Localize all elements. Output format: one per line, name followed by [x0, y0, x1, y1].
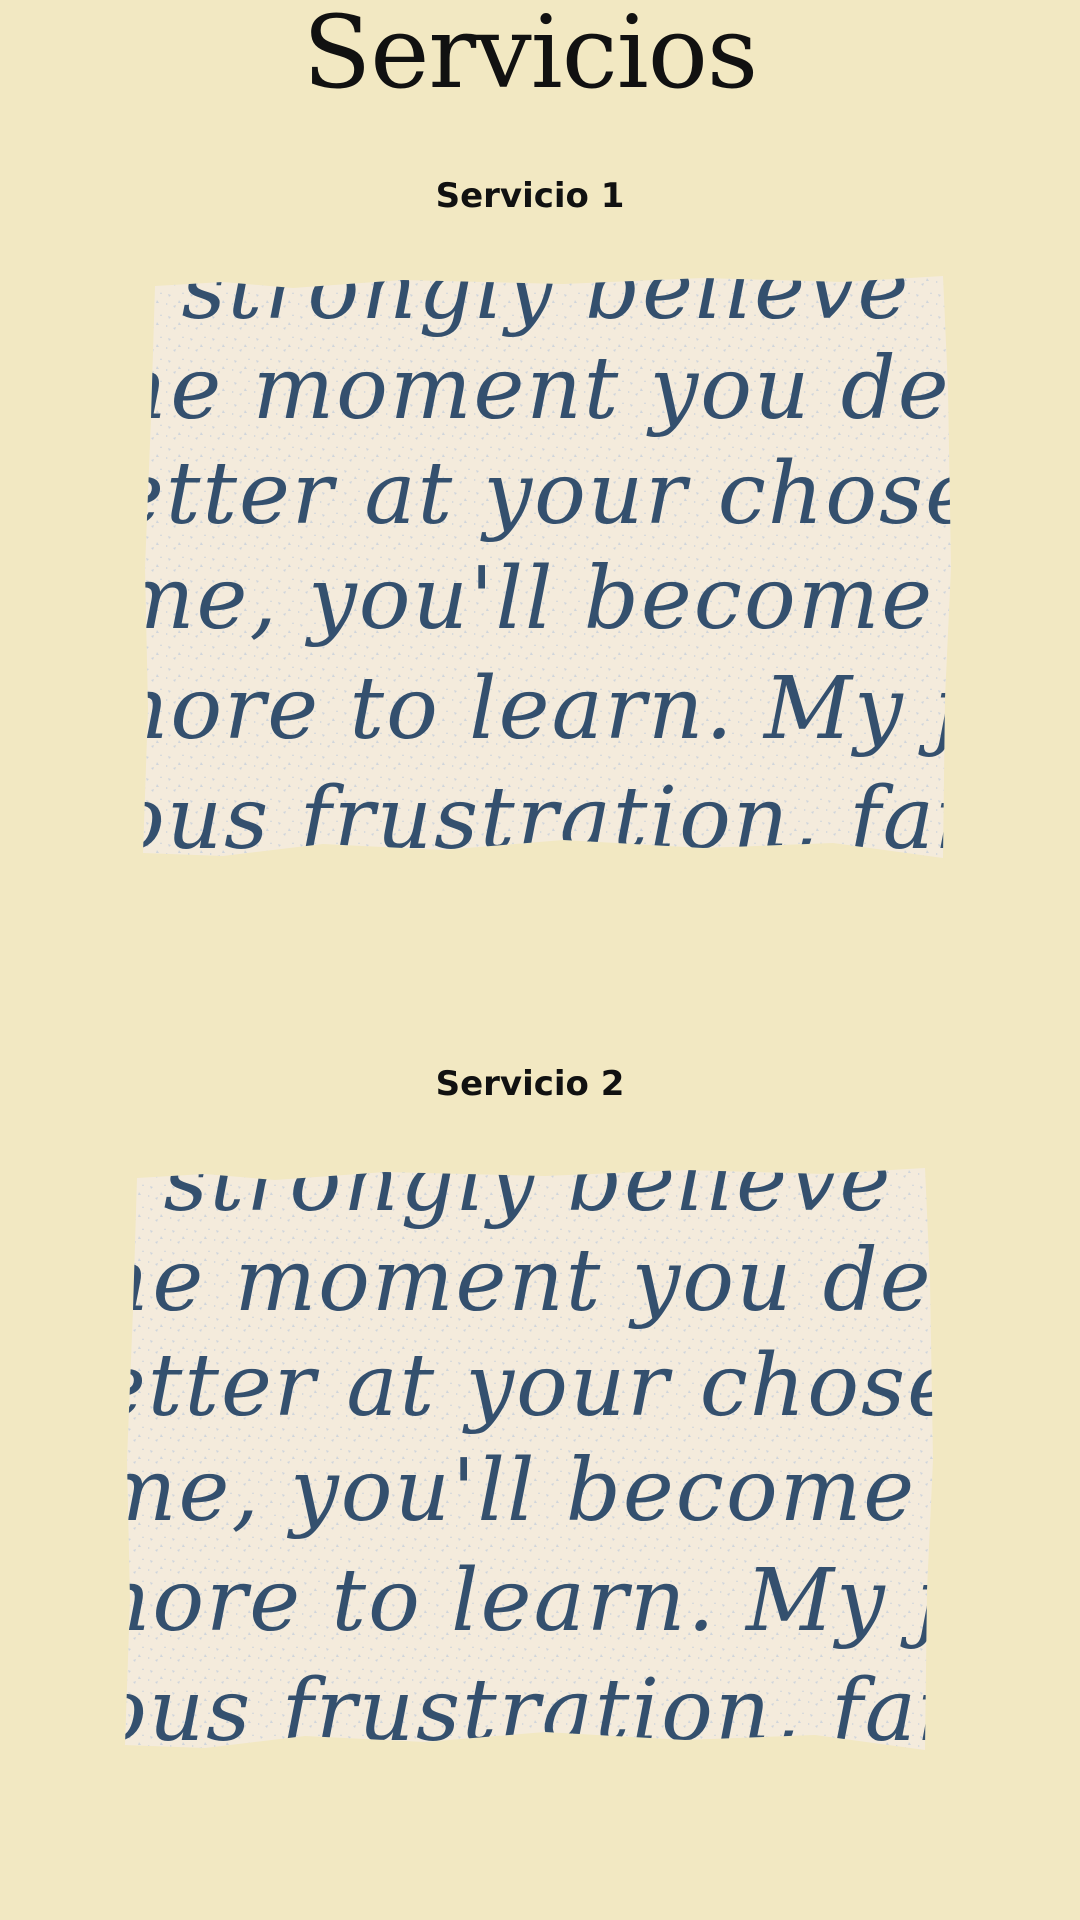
image-line: . strongly believe tha — [125, 1160, 935, 1231]
service-heading: Servicio 2 — [435, 1064, 625, 1104]
service-image: . strongly believe tha he moment you dec… — [143, 268, 953, 863]
image-line: etter at your chosen — [143, 444, 953, 544]
service-heading: Servicio 1 — [435, 176, 625, 216]
handwriting-image: . strongly believe tha he moment you dec… — [125, 1160, 935, 1755]
image-line: etter at your chosen — [125, 1336, 935, 1436]
image-line: ous frustration, fail — [143, 769, 953, 863]
image-line: . strongly believe tha — [143, 268, 953, 339]
handwriting-image: . strongly believe tha he moment you dec… — [143, 268, 953, 863]
page-title: Servicios — [302, 0, 758, 111]
image-line: he moment you decid — [143, 339, 953, 439]
image-line: me, you'll become mo — [125, 1441, 935, 1541]
image-line: nore to learn. My jo — [143, 659, 953, 759]
service-image: . strongly believe tha he moment you dec… — [125, 1160, 935, 1755]
image-line: nore to learn. My jo — [125, 1551, 935, 1651]
image-line: me, you'll become mo — [143, 549, 953, 649]
image-line: ous frustration, fail — [125, 1661, 935, 1755]
image-line: he moment you decid — [125, 1231, 935, 1331]
